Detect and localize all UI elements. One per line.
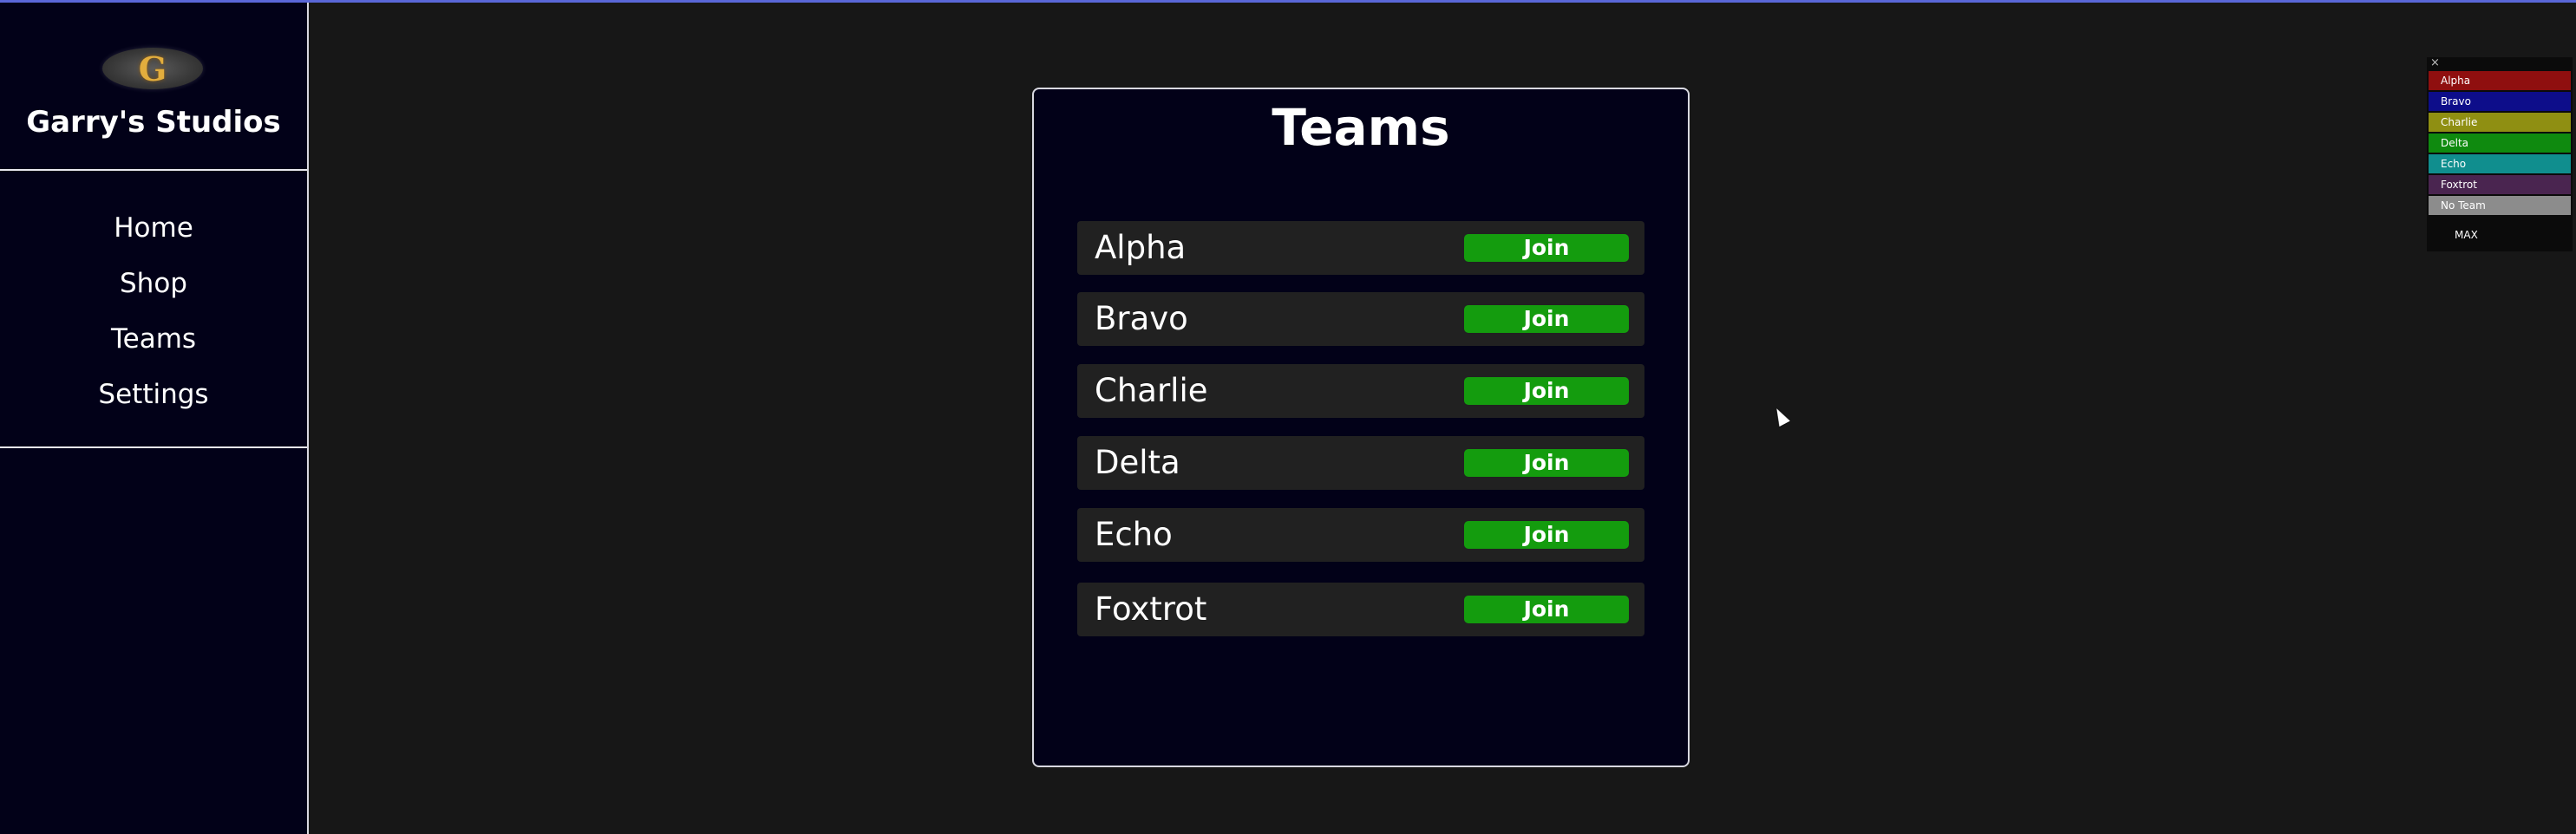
team-row-charlie: Charlie Join (1077, 364, 1644, 418)
team-row-echo: Echo Join (1077, 508, 1644, 562)
team-chip-foxtrot[interactable]: Foxtrot (2429, 175, 2571, 194)
join-alpha-button[interactable]: Join (1464, 234, 1629, 262)
max-label: MAX (2455, 229, 2478, 241)
join-bravo-button[interactable]: Join (1464, 305, 1629, 333)
team-chip-delta[interactable]: Delta (2429, 134, 2571, 153)
team-chip-no-team[interactable]: No Team (2429, 196, 2571, 215)
team-name: Alpha (1095, 229, 1187, 266)
studio-logo: G (102, 48, 203, 89)
team-color-list: × Alpha Bravo Charlie Delta Echo Foxtrot No Te… (2427, 57, 2573, 251)
join-echo-button[interactable]: Join (1464, 521, 1629, 549)
team-name: Delta (1095, 444, 1180, 481)
sidebar-divider-top (0, 169, 307, 171)
team-chip-bravo[interactable]: Bravo (2429, 92, 2571, 111)
join-foxtrot-button[interactable]: Join (1464, 596, 1629, 623)
teams-panel: Teams Alpha Join Bravo Join Charlie Join… (1032, 88, 1690, 767)
sidebar-nav: Home Shop Teams Settings (0, 207, 307, 429)
team-row-foxtrot: Foxtrot Join (1077, 583, 1644, 636)
team-name: Charlie (1095, 372, 1208, 409)
sidebar-divider-bottom (0, 446, 307, 448)
team-chip-echo[interactable]: Echo (2429, 154, 2571, 173)
nav-item-shop[interactable]: Shop (0, 263, 307, 318)
join-delta-button[interactable]: Join (1464, 449, 1629, 477)
team-chip-charlie[interactable]: Charlie (2429, 113, 2571, 132)
team-chip-alpha[interactable]: Alpha (2429, 71, 2571, 90)
nav-item-teams[interactable]: Teams (0, 318, 307, 374)
team-name: Echo (1095, 516, 1173, 553)
panel-title: Teams (1272, 98, 1450, 157)
team-name: Bravo (1095, 300, 1188, 337)
sidebar: G Garry's Studios Home Shop Teams Settin… (0, 3, 309, 834)
nav-item-home[interactable]: Home (0, 207, 307, 263)
nav-item-settings[interactable]: Settings (0, 374, 307, 429)
team-row-delta: Delta Join (1077, 436, 1644, 490)
join-charlie-button[interactable]: Join (1464, 377, 1629, 405)
studio-logo-letter: G (138, 49, 167, 88)
window-top-border (0, 0, 2576, 3)
studio-title: Garry's Studios (26, 105, 281, 140)
close-icon[interactable]: × (2430, 57, 2442, 69)
mouse-cursor-icon (1771, 405, 1790, 427)
team-row-bravo: Bravo Join (1077, 292, 1644, 346)
team-row-alpha: Alpha Join (1077, 221, 1644, 275)
team-name: Foxtrot (1095, 590, 1207, 628)
